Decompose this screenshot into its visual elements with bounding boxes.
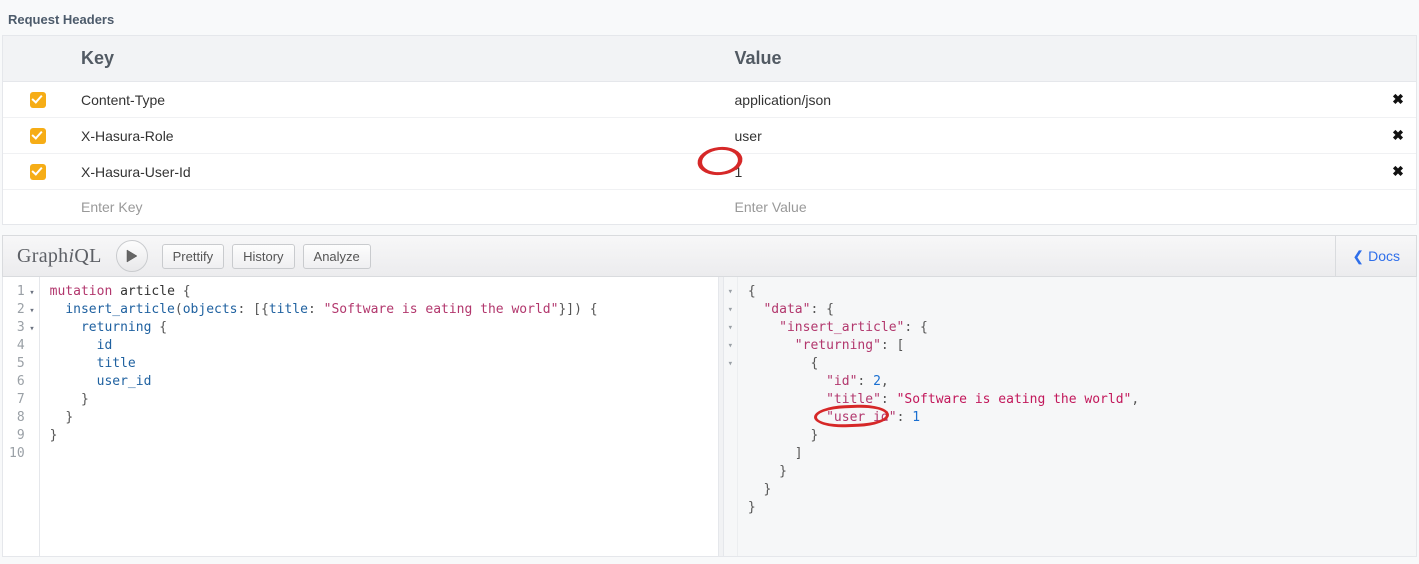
- play-icon: [126, 249, 138, 263]
- delete-icon[interactable]: ✖: [1392, 91, 1404, 108]
- header-key[interactable]: X-Hasura-User-Id: [73, 155, 727, 189]
- header-row-new: [3, 190, 1416, 224]
- history-button[interactable]: History: [232, 244, 294, 269]
- header-key[interactable]: Content-Type: [73, 83, 727, 117]
- section-title: Request Headers: [0, 0, 1419, 35]
- checkbox-icon[interactable]: [30, 92, 46, 108]
- graphiql-logo: GraphiQL: [3, 245, 116, 268]
- prettify-button[interactable]: Prettify: [162, 244, 224, 269]
- query-editor[interactable]: mutation article { insert_article(object…: [40, 277, 718, 556]
- docs-button[interactable]: ❮ Docs: [1336, 248, 1416, 265]
- execute-button[interactable]: [116, 240, 148, 272]
- col-value: Value: [727, 36, 1381, 81]
- new-value-input[interactable]: [735, 199, 1373, 215]
- col-key: Key: [73, 36, 727, 81]
- header-value[interactable]: user: [727, 119, 1381, 153]
- checkbox-icon[interactable]: [30, 128, 46, 144]
- header-row-content-type: Content-Type application/json ✖: [3, 82, 1416, 118]
- header-row-x-hasura-user-id: X-Hasura-User-Id 1 ✖: [3, 154, 1416, 190]
- request-headers-table: Key Value Content-Type application/json …: [2, 35, 1417, 225]
- new-key-input[interactable]: [81, 199, 719, 215]
- header-key[interactable]: X-Hasura-Role: [73, 119, 727, 153]
- table-header: Key Value: [3, 36, 1416, 82]
- analyze-button[interactable]: Analyze: [303, 244, 371, 269]
- editor-area: 1▾ 2▾ 3▾ 4 5 6 7 8 9 10 mutation article…: [2, 277, 1417, 557]
- checkbox-icon[interactable]: [30, 164, 46, 180]
- line-gutter: 1▾ 2▾ 3▾ 4 5 6 7 8 9 10: [3, 277, 40, 556]
- chevron-left-icon: ❮: [1352, 248, 1364, 265]
- header-value[interactable]: application/json: [727, 83, 1381, 117]
- header-value[interactable]: 1: [727, 155, 1381, 189]
- result-fold-gutter: ▾ ▾ ▾ ▾ ▾: [724, 277, 738, 556]
- result-pane: { "data": { "insert_article": { "returni…: [738, 277, 1416, 556]
- header-row-x-hasura-role: X-Hasura-Role user ✖: [3, 118, 1416, 154]
- delete-icon[interactable]: ✖: [1392, 127, 1404, 144]
- graphiql-toolbar: GraphiQL Prettify History Analyze ❮ Docs: [2, 235, 1417, 277]
- delete-icon[interactable]: ✖: [1392, 163, 1404, 180]
